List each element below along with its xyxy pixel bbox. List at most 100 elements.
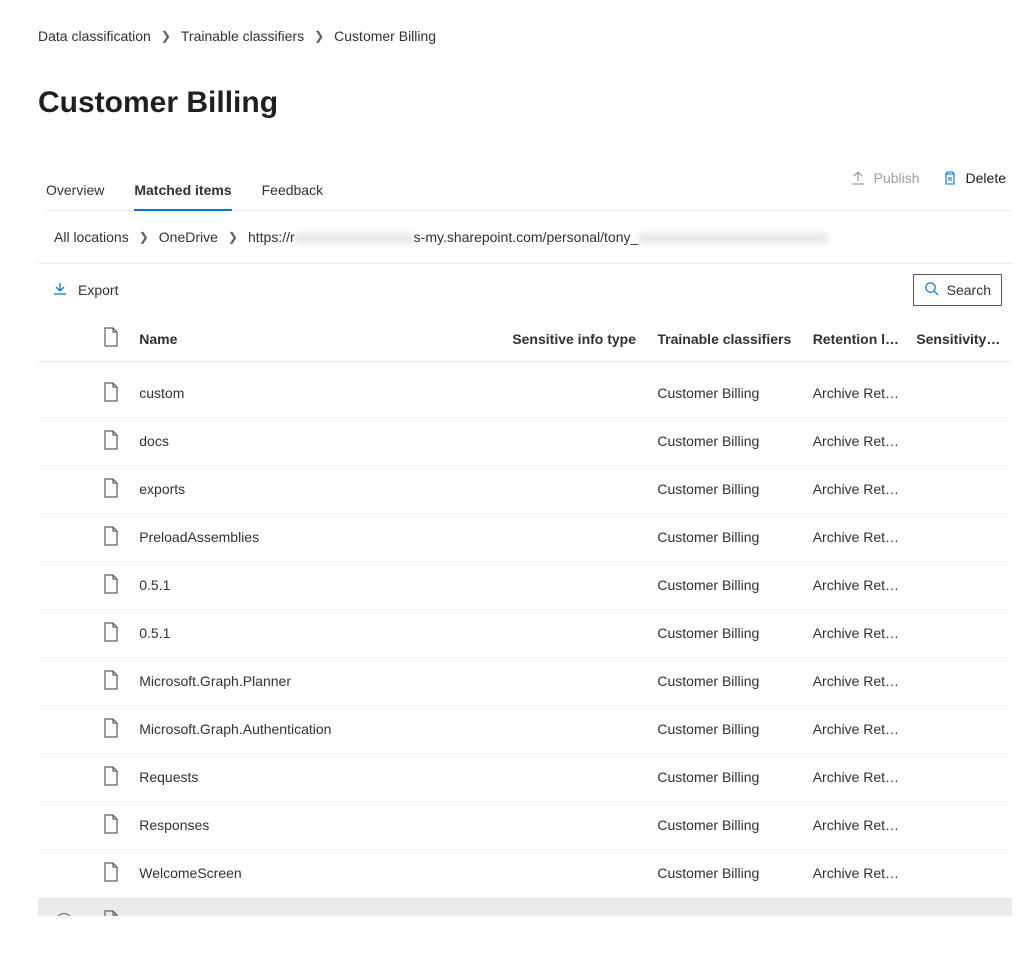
search-button[interactable]: Search: [913, 274, 1002, 306]
cell-sensitivity: [908, 801, 1012, 849]
table-scroll[interactable]: Name Sensitive info type Trainable class…: [38, 316, 1012, 916]
cell-name: Microsoft.Graph.Authentication: [131, 705, 504, 753]
cell-retention: Archive Rete...: [805, 513, 909, 561]
cell-sensitive: [504, 753, 649, 801]
table-row[interactable]: PreloadAssemblies Customer BillingArchive…: [38, 513, 1012, 561]
chevron-right-icon: ❯: [139, 230, 149, 244]
cell-sensitivity: [908, 465, 1012, 513]
cell-retention: Archive Rete...: [805, 465, 909, 513]
cell-sensitivity: [908, 513, 1012, 561]
tab-overview[interactable]: Overview: [46, 174, 104, 210]
cell-name: 0.5.1: [131, 609, 504, 657]
cell-sensitivity: [908, 849, 1012, 897]
cell-name: 0.5.1: [131, 561, 504, 609]
breadcrumb-item[interactable]: Trainable classifiers: [181, 28, 304, 44]
cell-trainable: Customer Billing: [649, 417, 804, 465]
delete-button[interactable]: Delete: [942, 170, 1006, 186]
col-retention[interactable]: Retention la...: [805, 316, 909, 362]
table-row[interactable]: 0.5.1 Customer BillingArchive Rete...: [38, 561, 1012, 609]
cell-trainable: Customer Billing: [649, 561, 804, 609]
url-part: s-my.sharepoint.com/personal/tony_: [414, 229, 639, 245]
cell-trainable: Customer Billing: [649, 849, 804, 897]
table-row[interactable]: WelcomeScreenCustomer BillingArchive Ret…: [38, 849, 1012, 897]
col-trainable[interactable]: Trainable classifiers: [649, 316, 804, 362]
file-icon: [103, 718, 119, 741]
search-label: Search: [947, 282, 991, 298]
cell-trainable: Customer Billing: [649, 609, 804, 657]
cell-sensitive: [504, 370, 649, 418]
cell-name: custom: [131, 370, 504, 418]
file-icon: [103, 430, 119, 453]
cell-sensitivity: [908, 417, 1012, 465]
table-toolbar: Export Search: [38, 264, 1012, 316]
cell-retention: Archive Rete...: [805, 657, 909, 705]
cell-retention: Archive Rete...: [805, 753, 909, 801]
col-name[interactable]: Name: [131, 316, 504, 362]
publish-button[interactable]: Publish: [850, 170, 920, 186]
download-icon: [52, 281, 68, 300]
cell-sensitive: [504, 705, 649, 753]
tab-feedback[interactable]: Feedback: [262, 174, 323, 210]
breadcrumb-item[interactable]: OneDrive: [159, 229, 218, 245]
table-row[interactable]: exports Customer BillingArchive Rete...: [38, 465, 1012, 513]
upload-icon: [850, 170, 866, 186]
col-sensitive[interactable]: Sensitive info type: [504, 316, 649, 362]
cell-retention: Archive Rete...: [805, 849, 909, 897]
action-bar: Publish Delete: [850, 170, 1006, 186]
row-select-circle[interactable]: [56, 913, 72, 916]
cell-sensitivity: [908, 657, 1012, 705]
breadcrumb: Data classification ❯ Trainable classifi…: [38, 28, 1012, 44]
cell-name: Requests: [131, 753, 504, 801]
table-row[interactable]: ScriptsCustomer BillingArchive Rete...: [38, 897, 1012, 916]
cell-sensitivity: [908, 897, 1012, 916]
cell-name: Scripts: [131, 897, 504, 916]
table-row[interactable]: Requests Customer BillingArchive Rete...: [38, 753, 1012, 801]
chevron-right-icon: ❯: [314, 29, 324, 43]
chevron-right-icon: ❯: [161, 29, 171, 43]
cell-sensitivity: [908, 609, 1012, 657]
cell-name: PreloadAssemblies: [131, 513, 504, 561]
cell-trainable: Customer Billing: [649, 465, 804, 513]
cell-sensitivity: [908, 370, 1012, 418]
file-icon: [103, 327, 119, 350]
breadcrumb-item[interactable]: Data classification: [38, 28, 151, 44]
cell-name: Microsoft.Graph.Planner: [131, 657, 504, 705]
file-icon: [103, 670, 119, 693]
cell-sensitivity: [908, 561, 1012, 609]
cell-retention: Archive Rete...: [805, 561, 909, 609]
cell-trainable: Customer Billing: [649, 801, 804, 849]
cell-trainable: Customer Billing: [649, 753, 804, 801]
cell-retention: Archive Rete...: [805, 370, 909, 418]
tab-matched-items[interactable]: Matched items: [134, 174, 231, 210]
cell-trainable: Customer Billing: [649, 897, 804, 916]
cell-sensitivity: [908, 753, 1012, 801]
cell-trainable: Customer Billing: [649, 513, 804, 561]
breadcrumb-url[interactable]: https://rxxxxxxxxxxxxxxxxxs-my.sharepoin…: [248, 229, 827, 245]
cell-sensitive: [504, 465, 649, 513]
table-row[interactable]: docsCustomer BillingArchive Rete...: [38, 417, 1012, 465]
file-icon: [103, 382, 119, 405]
col-sensitivity[interactable]: Sensitivity la...: [908, 316, 1012, 362]
table-row[interactable]: ResponsesCustomer BillingArchive Rete...: [38, 801, 1012, 849]
cell-sensitive: [504, 801, 649, 849]
publish-label: Publish: [874, 170, 920, 186]
cell-retention: Archive Rete...: [805, 801, 909, 849]
cell-name: exports: [131, 465, 504, 513]
cell-sensitive: [504, 849, 649, 897]
cell-sensitive: [504, 513, 649, 561]
table-row[interactable]: Microsoft.Graph.AuthenticationCustomer B…: [38, 705, 1012, 753]
trash-icon: [942, 170, 958, 186]
cell-trainable: Customer Billing: [649, 657, 804, 705]
col-type-icon: [90, 316, 131, 362]
cell-sensitive: [504, 609, 649, 657]
chevron-right-icon: ❯: [228, 230, 238, 244]
cell-sensitive: [504, 657, 649, 705]
table-row[interactable]: customCustomer BillingArchive Rete...: [38, 370, 1012, 418]
cell-sensitive: [504, 897, 649, 916]
table-row[interactable]: 0.5.1 Customer BillingArchive Rete...: [38, 609, 1012, 657]
file-icon: [103, 526, 119, 549]
breadcrumb-item[interactable]: All locations: [54, 229, 129, 245]
table-row[interactable]: Microsoft.Graph.Planner Customer BillingA…: [38, 657, 1012, 705]
cell-retention: Archive Rete...: [805, 609, 909, 657]
export-button[interactable]: Export: [52, 281, 118, 300]
